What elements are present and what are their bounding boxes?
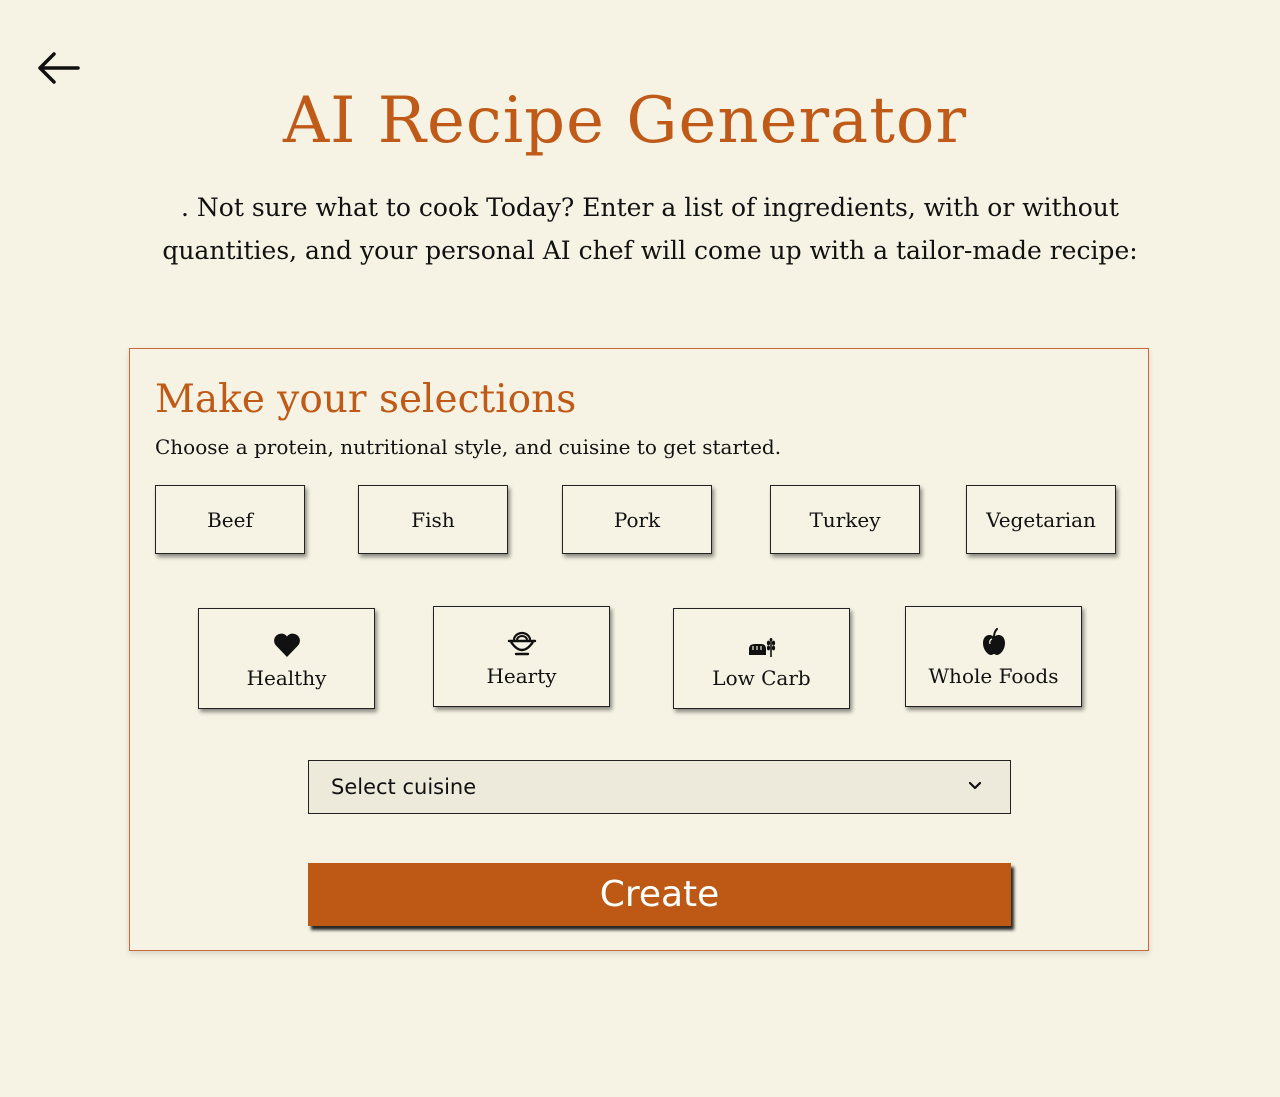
style-hearty-label: Hearty [486,663,557,688]
cuisine-select[interactable]: Select cuisine [308,760,1011,814]
page-title: AI Recipe Generator [282,84,968,158]
arrow-left-icon [38,52,80,84]
intro-text: . Not sure what to cook Today? Enter a l… [162,193,1138,265]
apple-icon [982,627,1005,655]
selections-title: Make your selections [155,377,577,422]
protein-vegetarian-button[interactable]: Vegetarian [966,485,1116,554]
style-hearty-button[interactable]: Hearty [433,606,610,707]
page: AI Recipe Generator . Not sure what to c… [0,0,1280,1097]
style-low-carb-button[interactable]: Low Carb [673,608,850,709]
protein-turkey-button[interactable]: Turkey [770,485,920,554]
protein-fish-button[interactable]: Fish [358,485,508,554]
cuisine-select-value: Select cuisine [331,775,477,799]
style-whole-foods-button[interactable]: Whole Foods [905,606,1082,707]
create-button[interactable]: Create [308,863,1011,926]
style-healthy-button[interactable]: Healthy [198,608,375,709]
chevron-down-icon [968,781,982,790]
style-low-carb-label: Low Carb [712,665,811,690]
bowl-icon [507,631,536,655]
style-healthy-label: Healthy [246,665,327,690]
protein-beef-button[interactable]: Beef [155,485,305,554]
style-whole-foods-label: Whole Foods [928,663,1059,688]
bread-wheat-icon [748,637,775,657]
protein-pork-button[interactable]: Pork [562,485,712,554]
selections-panel: Make your selections Choose a protein, n… [129,348,1149,951]
heart-icon [273,633,300,657]
back-button[interactable] [34,48,82,88]
selections-subtitle: Choose a protein, nutritional style, and… [155,435,782,459]
